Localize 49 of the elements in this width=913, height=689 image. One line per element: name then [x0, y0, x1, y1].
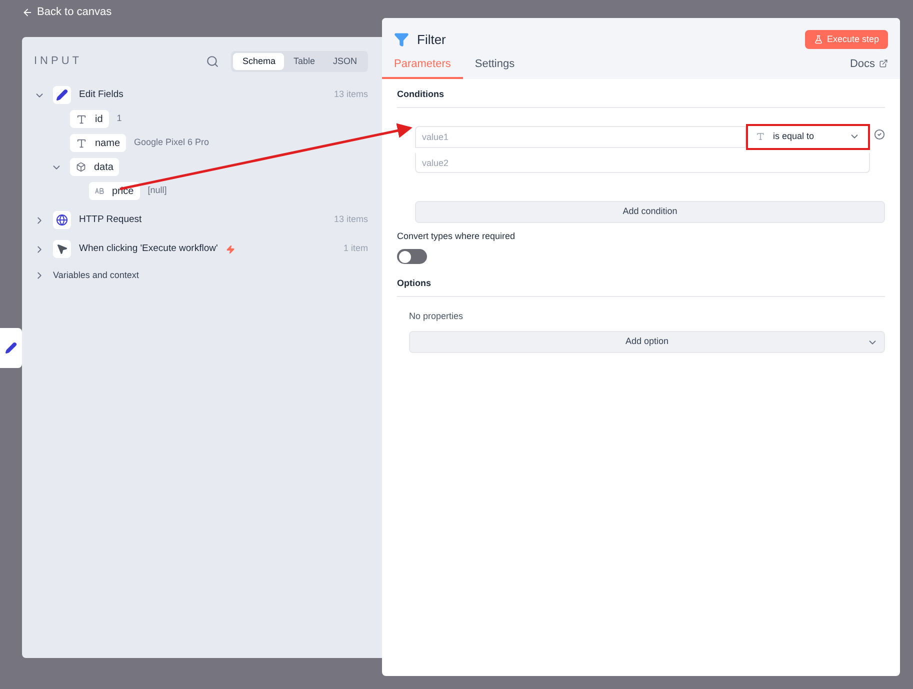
add-condition-button[interactable]: Add condition — [415, 200, 885, 222]
section-heading: Options — [397, 277, 885, 296]
field-pill[interactable]: data — [70, 158, 120, 176]
item-count: 13 items — [334, 213, 368, 226]
value2-field[interactable]: value2 — [415, 153, 870, 173]
item-count: 1 item — [343, 242, 368, 256]
string-type-icon — [95, 188, 104, 194]
setting-label: Convert types where required — [397, 230, 516, 243]
pencil-icon — [5, 342, 17, 354]
view-tab[interactable]: JSON — [324, 53, 366, 70]
field-value: [null] — [148, 184, 167, 198]
back-to-canvas-link[interactable]: Back to canvas — [37, 4, 112, 20]
value1-field[interactable]: value1 — [415, 126, 746, 148]
node-name[interactable]: When clicking 'Execute workflow' — [79, 242, 218, 256]
toggle-switch[interactable] — [397, 249, 427, 264]
view-tab[interactable]: Schema — [233, 53, 284, 70]
search-icon[interactable] — [206, 55, 220, 68]
empty-options-text: No properties — [409, 310, 464, 323]
docs-link[interactable]: Docs — [850, 56, 875, 72]
field-pill[interactable]: id — [70, 110, 109, 128]
node-name[interactable]: HTTP Request — [79, 212, 142, 228]
view-tab[interactable]: Table — [284, 53, 324, 70]
text-type-icon — [756, 132, 765, 141]
filter-icon — [394, 32, 409, 48]
section-heading: Conditions — [397, 88, 885, 108]
back-arrow-icon[interactable] — [22, 6, 33, 18]
external-link-icon[interactable] — [879, 59, 888, 68]
panel-title: INPUT — [34, 54, 82, 70]
panel-tab[interactable]: Settings — [462, 56, 527, 79]
field-pill[interactable]: price — [89, 182, 140, 200]
item-count: 13 items — [334, 88, 368, 102]
side-edit-tab[interactable] — [0, 328, 22, 368]
add-option-button[interactable]: Add option — [409, 331, 885, 353]
node-title: Filter — [417, 31, 446, 49]
variables-label[interactable]: Variables and context — [53, 269, 139, 282]
operator-select[interactable]: is equal to — [746, 124, 870, 150]
pencil-icon — [56, 89, 68, 101]
field-pill[interactable]: name — [70, 134, 126, 152]
check-circle-icon[interactable] — [874, 128, 885, 140]
node-name[interactable]: Edit Fields — [79, 88, 124, 102]
globe-icon — [56, 214, 68, 226]
field-value: Google Pixel 6 Pro — [134, 136, 210, 150]
cursor-icon — [56, 243, 68, 255]
text-type-icon — [76, 114, 87, 124]
flask-icon — [814, 35, 823, 44]
lightning-icon — [226, 244, 235, 254]
field-value: 1 — [116, 112, 122, 126]
cube-icon — [76, 162, 86, 172]
text-type-icon — [76, 138, 87, 148]
